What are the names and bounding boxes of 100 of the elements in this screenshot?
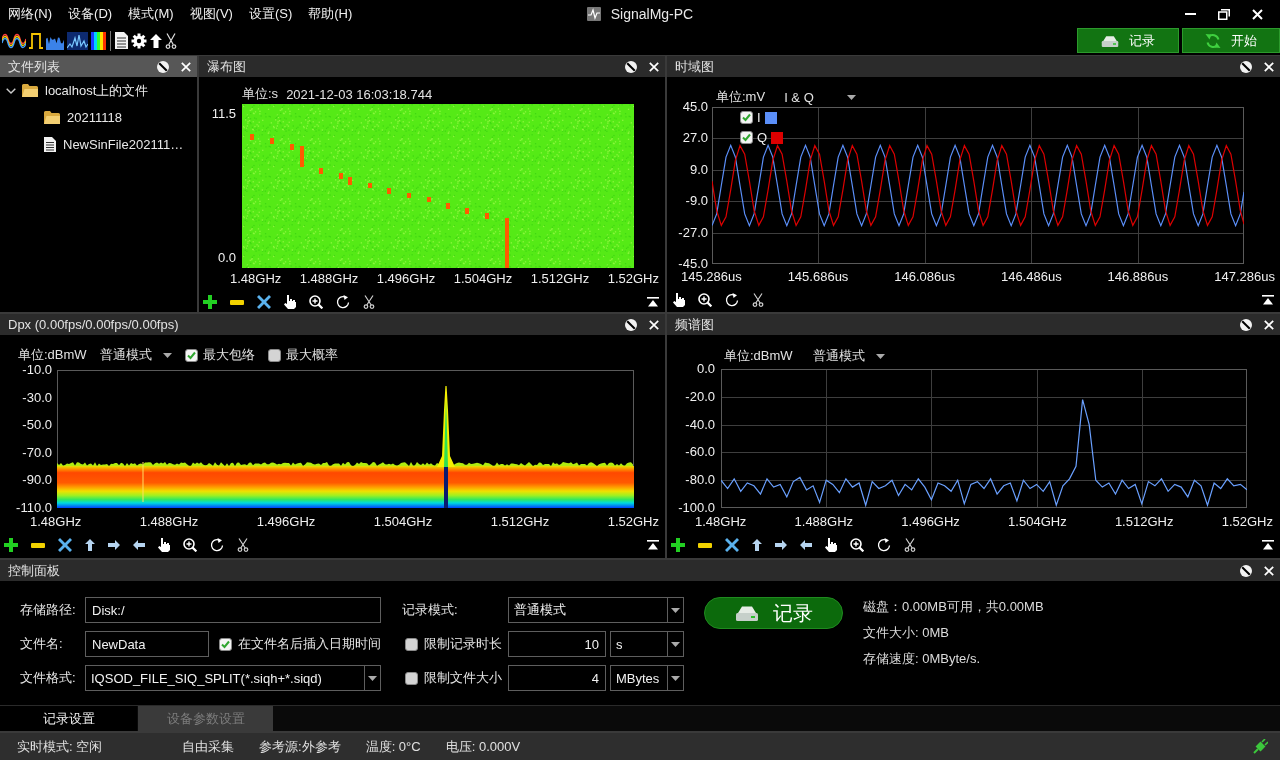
minus-icon[interactable] (230, 299, 244, 305)
hand-icon[interactable] (825, 538, 837, 552)
menu-item[interactable]: 模式(M) (128, 5, 174, 23)
close-icon[interactable] (1264, 61, 1274, 72)
axis-label: 1.488GHz (794, 514, 854, 530)
mode-dropdown[interactable]: I & Q (784, 89, 857, 105)
hand-icon[interactable] (158, 538, 170, 552)
caret-icon[interactable] (671, 607, 680, 613)
up-arrow-icon[interactable] (85, 539, 95, 551)
up-arrow-icon[interactable] (752, 539, 762, 551)
x-icon[interactable] (58, 538, 72, 552)
split-circle-icon[interactable] (1240, 318, 1252, 331)
close-icon[interactable] (1252, 8, 1263, 20)
tree-item[interactable]: 20211118 (67, 110, 122, 125)
format-dropdown[interactable]: IQSOD_FILE_SIQ_SPLIT(*.siqh+*.siqd) (85, 665, 381, 691)
close-icon[interactable] (181, 61, 191, 72)
mode-dropdown[interactable]: 普通模式 (812, 347, 885, 365)
menu-item[interactable]: 设置(S) (248, 5, 293, 23)
collapse-icon[interactable] (1262, 540, 1274, 550)
hand-icon[interactable] (284, 295, 296, 309)
menu-item[interactable]: 视图(V) (189, 5, 233, 23)
caret-icon[interactable] (368, 675, 377, 681)
checkbox[interactable] (219, 637, 232, 651)
scissors-icon[interactable] (904, 538, 916, 552)
menu-item[interactable]: 网络(N) (8, 5, 53, 23)
rotate-icon[interactable] (725, 293, 739, 307)
caret-icon[interactable] (162, 352, 172, 358)
number-field[interactable]: 4 (508, 665, 606, 691)
mode-dropdown[interactable]: 普通模式 (99, 346, 172, 364)
split-circle-icon[interactable] (625, 318, 637, 331)
axis-label: 27.0 (682, 130, 708, 147)
checkbox-label: 最大包络 (202, 346, 255, 364)
left-arrow-icon[interactable] (800, 540, 812, 550)
caret-icon[interactable] (847, 94, 857, 100)
path-field[interactable]: Disk:/ (85, 597, 381, 623)
split-circle-icon[interactable] (157, 60, 169, 73)
caret-icon[interactable] (671, 641, 680, 647)
split-circle-icon[interactable] (1240, 60, 1252, 73)
split-circle-icon[interactable] (1240, 564, 1252, 577)
split-circle-icon[interactable] (625, 60, 637, 73)
minus-icon[interactable] (698, 542, 712, 548)
spectrum-icon[interactable] (67, 31, 88, 50)
scissors-icon[interactable] (237, 538, 249, 552)
waterfall-icon[interactable] (91, 31, 106, 50)
zoom-in-icon[interactable] (183, 538, 197, 552)
checkbox[interactable] (184, 348, 198, 362)
left-arrow-icon[interactable] (133, 540, 145, 550)
close-icon[interactable] (1264, 319, 1274, 330)
rotate-icon[interactable] (210, 538, 224, 552)
unit-label: 单位:dBmW (724, 347, 793, 365)
x-icon[interactable] (725, 538, 739, 552)
collapse-icon[interactable] (647, 540, 659, 550)
tree-item[interactable]: NewSinFile202111… (63, 137, 184, 152)
plus-icon[interactable] (203, 295, 217, 309)
unit-dropdown[interactable]: MBytes (610, 665, 684, 691)
filename-field[interactable]: NewData (85, 631, 209, 657)
number-field[interactable]: 10 (508, 631, 606, 657)
hand-icon[interactable] (673, 293, 685, 307)
close-icon[interactable] (649, 61, 659, 72)
pulse-icon[interactable] (29, 31, 43, 50)
chevron-down-icon[interactable] (6, 87, 16, 94)
caret-icon[interactable] (671, 675, 680, 681)
toolbar-button[interactable]: 记录 (1077, 28, 1179, 53)
checkbox[interactable] (405, 671, 418, 685)
collapse-icon[interactable] (1262, 295, 1274, 305)
menu-item[interactable]: 设备(D) (68, 5, 113, 23)
collapse-icon[interactable] (647, 297, 659, 307)
toolbar-button[interactable]: 开始 (1182, 28, 1280, 53)
zoom-in-icon[interactable] (850, 538, 864, 552)
settings-icon[interactable] (131, 32, 147, 49)
zoom-in-icon[interactable] (698, 293, 712, 307)
waveform-icon[interactable] (2, 31, 26, 50)
zoom-in-icon[interactable] (309, 295, 323, 309)
scissors-icon[interactable] (752, 293, 764, 307)
axis-label: 1.48GHz (695, 514, 747, 530)
rotate-icon[interactable] (877, 538, 891, 552)
record-button[interactable]: 记录 (704, 597, 843, 629)
x-icon[interactable] (257, 295, 271, 309)
restore-icon[interactable] (1218, 8, 1230, 20)
close-icon[interactable] (649, 319, 659, 330)
close-icon[interactable] (1264, 565, 1274, 576)
right-arrow-icon[interactable] (775, 540, 787, 550)
unit-dropdown[interactable]: s (610, 631, 684, 657)
axis-label: 1.512GHz (530, 271, 590, 287)
checkbox[interactable] (267, 348, 281, 362)
mode-dropdown[interactable]: 普通模式 (508, 597, 684, 623)
tab[interactable]: 记录设置 (0, 706, 137, 731)
scissors-icon[interactable] (165, 32, 177, 49)
up-arrow-icon[interactable] (150, 33, 162, 48)
checkbox[interactable] (405, 637, 418, 651)
plus-icon[interactable] (671, 538, 685, 552)
document-icon[interactable] (115, 32, 128, 49)
rotate-icon[interactable] (336, 295, 350, 309)
scissors-icon[interactable] (363, 295, 375, 309)
right-arrow-icon[interactable] (108, 540, 120, 550)
plus-icon[interactable] (4, 538, 18, 552)
minus-icon[interactable] (31, 542, 45, 548)
tree-item[interactable]: localhost上的文件 (45, 81, 149, 100)
caret-icon[interactable] (875, 353, 885, 359)
menu-item[interactable]: 帮助(H) (308, 5, 353, 23)
